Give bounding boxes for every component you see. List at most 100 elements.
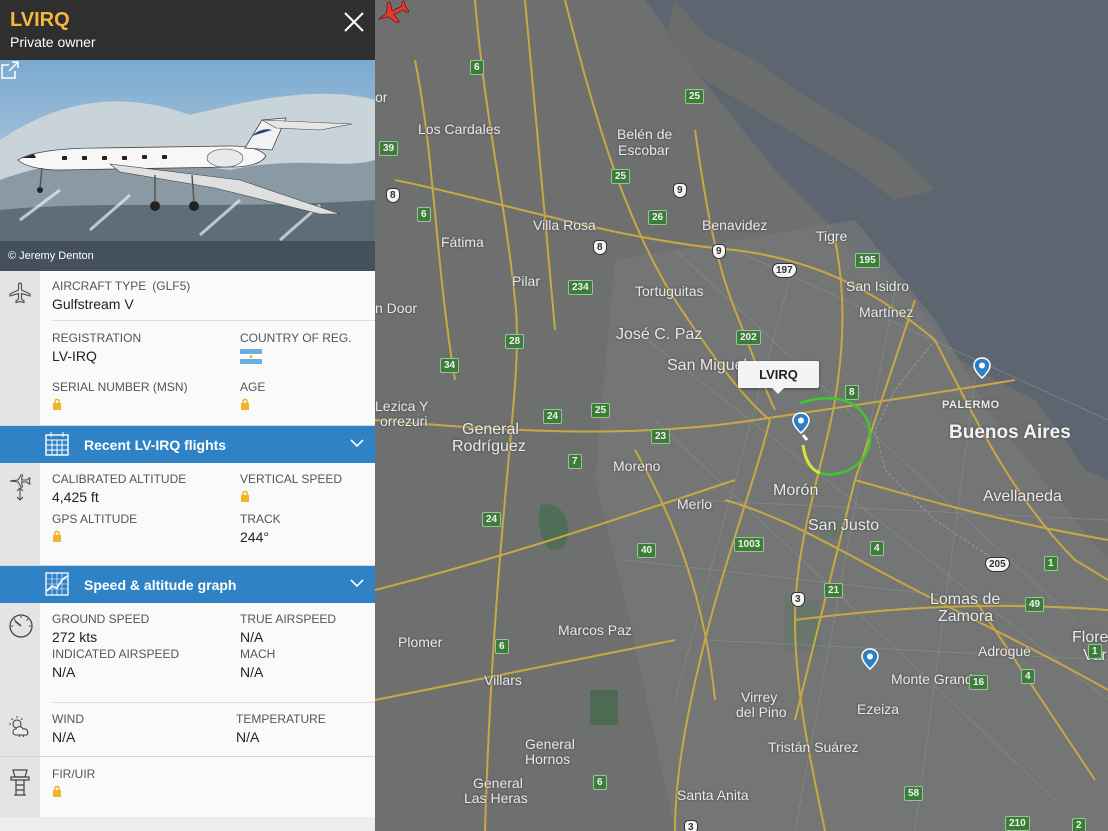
route-shield: 26 bbox=[648, 210, 668, 225]
registration-label: REGISTRATION bbox=[52, 331, 142, 345]
route-shield: 6 bbox=[495, 639, 509, 654]
place-label: Moreno bbox=[613, 458, 661, 474]
aircraft-callsign-label[interactable]: LVIRQ bbox=[738, 361, 819, 394]
place-label: Belén de bbox=[617, 126, 673, 142]
speed-altitude-graph-toggle[interactable]: Speed & altitude graph bbox=[0, 566, 375, 603]
place-label: General bbox=[525, 736, 575, 752]
photo-credit: © Jeremy Denton bbox=[0, 241, 375, 271]
place-label: orrezuri bbox=[380, 413, 428, 429]
place-label: Buenos Aires bbox=[949, 422, 1071, 443]
indicated-airspeed-label: INDICATED AIRSPEED bbox=[52, 647, 180, 661]
route-shield: 195 bbox=[855, 253, 880, 268]
route-shield: 16 bbox=[969, 675, 989, 690]
place-label: del Pino bbox=[736, 704, 787, 720]
lock-icon[interactable] bbox=[52, 530, 62, 542]
altitude-icon bbox=[9, 474, 31, 501]
route-shield: 24 bbox=[543, 409, 563, 424]
place-label: Adrogué bbox=[978, 643, 1031, 659]
place-label: Virrey bbox=[741, 689, 778, 705]
route-shield: 3 bbox=[684, 820, 698, 831]
lock-icon[interactable] bbox=[240, 490, 250, 502]
registration-value: LV-IRQ bbox=[52, 348, 97, 364]
route-shield: 8 bbox=[386, 188, 400, 203]
speedometer-icon bbox=[9, 614, 33, 638]
aircraft-type-value: Gulfstream V bbox=[52, 296, 134, 312]
route-shield: 25 bbox=[611, 169, 631, 184]
place-label: Lezica Y bbox=[375, 398, 429, 414]
aircraft-photo-image bbox=[0, 60, 375, 271]
lock-icon[interactable] bbox=[240, 398, 250, 410]
place-label: PALERMO bbox=[942, 399, 1000, 411]
indicated-airspeed-value: N/A bbox=[52, 664, 76, 680]
close-icon[interactable] bbox=[343, 11, 365, 33]
place-label: or bbox=[375, 89, 388, 105]
place-label: Villa Rosa bbox=[533, 217, 596, 233]
weather-icon bbox=[9, 716, 29, 738]
fir-uir-label: FIR/UIR bbox=[52, 767, 96, 781]
control-tower-icon bbox=[10, 769, 30, 796]
route-shield: 34 bbox=[440, 358, 460, 373]
route-shield: 234 bbox=[568, 280, 593, 295]
route-shield: 3 bbox=[791, 592, 805, 607]
place-label: Monte Grande bbox=[891, 671, 981, 687]
place-label: General bbox=[473, 775, 523, 791]
altitude-section: CALIBRATED ALTITUDE 4,425 ft VERTICAL SP… bbox=[0, 463, 375, 566]
chevron-down-icon bbox=[350, 439, 364, 448]
route-shield: 28 bbox=[505, 334, 525, 349]
place-label: Rodríguez bbox=[452, 438, 526, 455]
country-label: COUNTRY OF REG. bbox=[240, 331, 352, 345]
vertical-speed-label: VERTICAL SPEED bbox=[240, 472, 343, 486]
mach-value: N/A bbox=[240, 664, 264, 680]
aircraft-marker-icon[interactable] bbox=[375, 0, 409, 26]
true-airspeed-label: TRUE AIRSPEED bbox=[240, 612, 337, 626]
airport-pin-icon[interactable] bbox=[792, 412, 810, 434]
age-label: AGE bbox=[240, 380, 266, 394]
chevron-down-icon bbox=[350, 579, 364, 588]
place-label: Avellaneda bbox=[983, 488, 1062, 505]
route-shield: 8 bbox=[845, 385, 859, 400]
flight-map[interactable]: Los Cardales Belén de Escobar Villa Rosa… bbox=[375, 0, 1108, 831]
true-airspeed-value: N/A bbox=[240, 629, 264, 645]
serial-number-label: SERIAL NUMBER (MSN) bbox=[52, 380, 188, 394]
external-link-icon[interactable] bbox=[0, 60, 20, 80]
place-label: Tortuguitas bbox=[635, 283, 704, 299]
ground-speed-label: GROUND SPEED bbox=[52, 612, 150, 626]
place-label: Zamora bbox=[938, 608, 994, 625]
recent-flights-toggle[interactable]: Recent LV-IRQ flights bbox=[0, 426, 375, 463]
route-shield: 197 bbox=[772, 263, 797, 278]
speed-section: GROUND SPEED 272 kts TRUE AIRSPEED N/A I… bbox=[0, 603, 375, 757]
aircraft-callsign: LVIRQ bbox=[10, 9, 70, 31]
route-shield: 40 bbox=[637, 543, 657, 558]
place-label: Las Heras bbox=[464, 790, 528, 806]
aircraft-details-section: AIRCRAFT TYPE (GLF5) Gulfstream V REGISTR… bbox=[0, 271, 375, 426]
lock-icon[interactable] bbox=[52, 398, 62, 410]
place-label: Benavidez bbox=[702, 217, 768, 233]
airport-pin-icon[interactable] bbox=[973, 357, 991, 379]
route-shield: 9 bbox=[712, 244, 726, 259]
temperature-value: N/A bbox=[236, 729, 260, 745]
gps-altitude-label: GPS ALTITUDE bbox=[52, 512, 138, 526]
airplane-icon bbox=[9, 282, 31, 304]
route-shield: 25 bbox=[685, 89, 705, 104]
route-shield: 9 bbox=[673, 183, 687, 198]
route-shield: 58 bbox=[904, 786, 924, 801]
calibrated-altitude-label: CALIBRATED ALTITUDE bbox=[52, 472, 187, 486]
route-shield: 1 bbox=[1044, 556, 1058, 571]
ground-speed-value: 272 kts bbox=[52, 629, 98, 645]
airport-pin-icon[interactable] bbox=[861, 648, 879, 670]
place-label: Marcos Paz bbox=[558, 622, 632, 638]
park-area bbox=[590, 690, 618, 725]
lock-icon[interactable] bbox=[52, 785, 62, 797]
place-label: San Miguel bbox=[667, 357, 748, 374]
wind-label: WIND bbox=[52, 712, 84, 726]
place-label: Pilar bbox=[512, 273, 541, 289]
aircraft-photo[interactable]: © Jeremy Denton bbox=[0, 60, 375, 271]
place-label: Villars bbox=[484, 672, 522, 688]
route-shield: 6 bbox=[470, 60, 484, 75]
route-shield: 2 bbox=[1072, 818, 1086, 831]
place-label: Morón bbox=[773, 482, 819, 499]
calendar-icon bbox=[45, 432, 69, 456]
temperature-label: TEMPERATURE bbox=[236, 712, 326, 726]
recent-flights-label: Recent LV-IRQ flights bbox=[84, 436, 227, 453]
graph-icon bbox=[45, 572, 69, 596]
